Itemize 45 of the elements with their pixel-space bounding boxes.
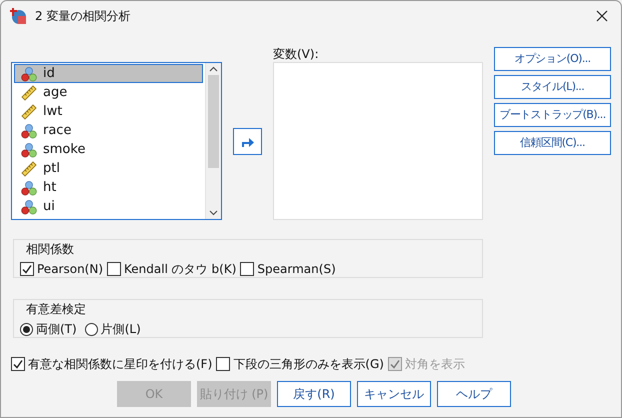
nominal-icon — [21, 180, 37, 196]
checkbox[interactable] — [216, 357, 230, 371]
option-button[interactable]: オプション(O)... — [494, 47, 611, 71]
checkbox-label: 対角を表示 — [404, 356, 465, 373]
app-icon — [9, 7, 27, 25]
variables-label: 変数(V): — [273, 46, 320, 62]
checkbox[interactable] — [11, 357, 25, 371]
ruler-icon — [21, 104, 37, 120]
variable-list[interactable]: id age lwt race smoke ptl ht ui — [11, 62, 222, 220]
nominal-icon — [21, 122, 37, 138]
checkbox[interactable] — [107, 262, 122, 276]
variable-item[interactable]: ptl — [14, 159, 203, 178]
move-button[interactable] — [233, 128, 262, 155]
checkbox-label: 有意な相関係数に星印を付ける(F) — [28, 356, 212, 373]
radio-label: 両側(T) — [36, 321, 77, 338]
checkbox[interactable] — [20, 262, 34, 276]
variable-item[interactable]: smoke — [14, 140, 203, 159]
window-title: 2 変量の相関分析 — [35, 8, 130, 25]
variable-item[interactable]: lwt — [14, 102, 203, 121]
nominal-icon — [21, 198, 37, 214]
nominal-icon — [21, 142, 37, 158]
ruler-icon — [21, 84, 37, 100]
ruler-icon — [21, 160, 37, 176]
checkbox-label: 下段の三角形のみを表示(G) — [233, 356, 384, 373]
variable-item[interactable]: id — [14, 64, 203, 83]
close-icon[interactable] — [596, 10, 608, 22]
checkbox[interactable] — [240, 262, 254, 276]
option-button[interactable]: スタイル(L)... — [494, 75, 611, 99]
variable-item[interactable]: age — [14, 83, 203, 102]
checkbox-label: Spearman(S) — [257, 261, 336, 278]
variable-item[interactable]: ht — [14, 178, 203, 197]
radio-label: 片側(L) — [100, 321, 141, 338]
dialog-button[interactable]: 戻す(R) — [277, 381, 351, 407]
checkbox-label: Pearson(N) — [37, 261, 104, 278]
dialog-button[interactable]: キャンセル — [357, 381, 431, 407]
dialog-button[interactable]: ヘルプ — [437, 381, 511, 407]
checkbox-label: Kendall のタウ b(K) — [124, 261, 236, 278]
radio-button[interactable] — [84, 322, 98, 336]
option-button[interactable]: 信頼区間(C)... — [494, 131, 611, 155]
option-button[interactable]: ブートストラップ(B)... — [494, 103, 611, 127]
scrollbar-thumb[interactable] — [208, 75, 219, 168]
variable-item[interactable]: race — [14, 121, 203, 140]
radio-button[interactable] — [20, 322, 33, 336]
variable-item[interactable]: ui — [14, 197, 203, 216]
nominal-icon — [21, 66, 37, 82]
